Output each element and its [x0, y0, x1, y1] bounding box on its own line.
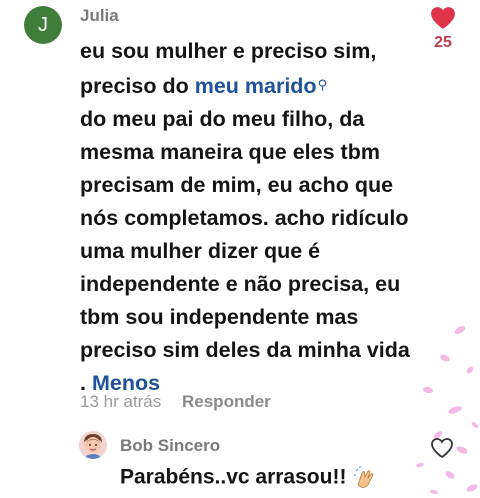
like-button[interactable]: 25 [426, 6, 460, 52]
search-link[interactable]: meu marido⚲ [195, 74, 327, 98]
clapping-hands-icon [354, 466, 374, 488]
comment-time: 13 hr atrás [80, 392, 162, 411]
comment-username[interactable]: Julia [80, 6, 119, 26]
avatar-initial: J [38, 13, 48, 36]
reply-like-button[interactable] [430, 437, 454, 464]
reply-avatar[interactable] [79, 431, 107, 459]
reply-text: Parabéns..vc arrasou!! [120, 465, 378, 491]
heart-outline-icon [431, 438, 453, 459]
comment-text-end: do meu pai do meu filho, da mesma maneir… [80, 107, 410, 395]
comment-text: eu sou mulher e preciso sim, preciso do … [80, 35, 416, 400]
bitmoji-avatar-icon [79, 431, 107, 459]
comment-meta: 13 hr atrás Responder [80, 392, 271, 412]
like-count: 25 [434, 34, 452, 51]
search-icon: ⚲ [317, 77, 328, 92]
heart-filled-icon [431, 7, 455, 29]
avatar[interactable]: J [24, 6, 62, 44]
reply-text-content: Parabéns..vc arrasou!! [120, 465, 347, 489]
reply-button[interactable]: Responder [182, 392, 271, 411]
reply-username[interactable]: Bob Sincero [120, 436, 220, 456]
search-link-text: meu marido [194, 74, 317, 98]
